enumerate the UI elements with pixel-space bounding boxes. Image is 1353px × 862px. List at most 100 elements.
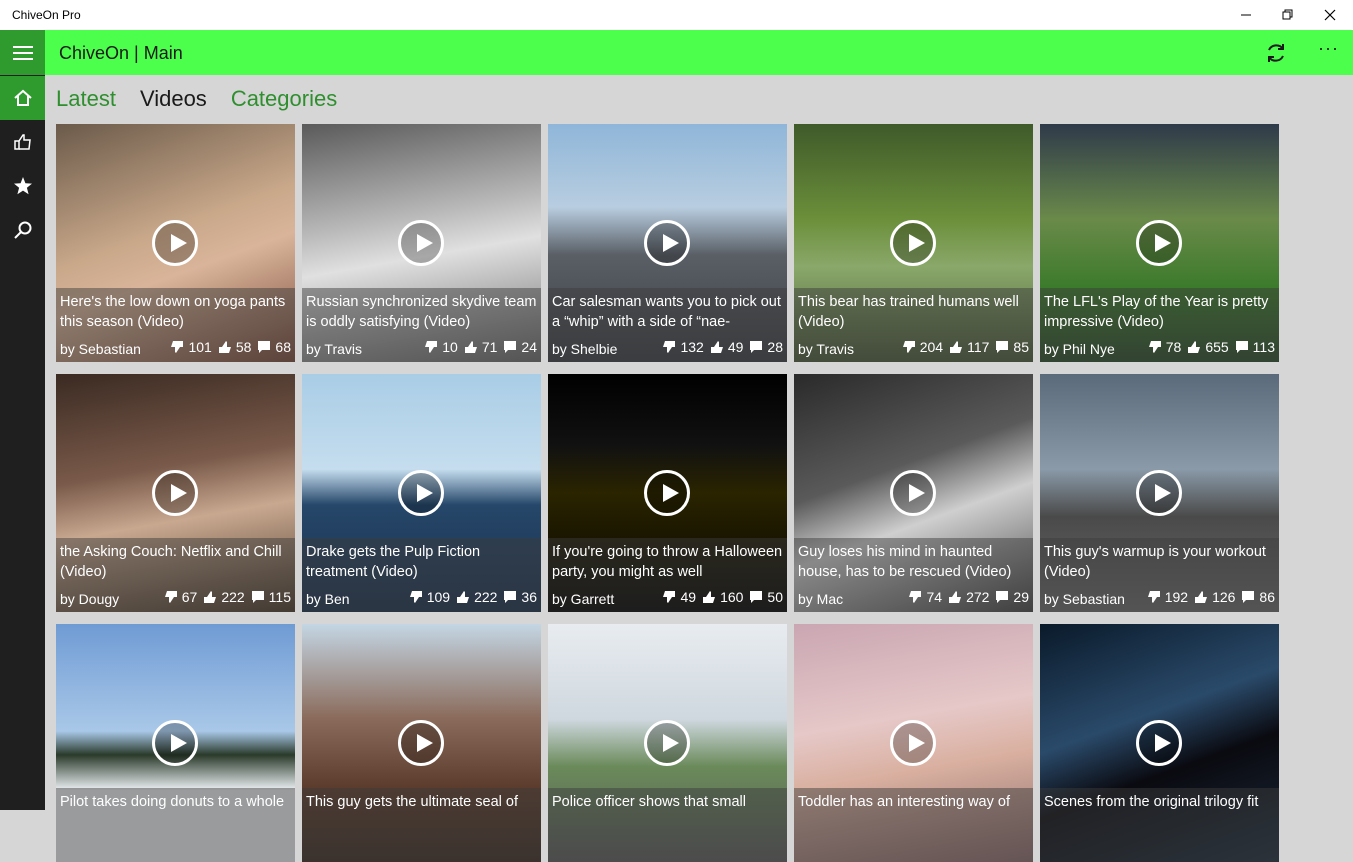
comment-count: 68	[275, 339, 291, 355]
thumbs-up-icon	[710, 341, 723, 353]
ellipsis-icon: ···	[1318, 38, 1339, 58]
thumbs-up-icon	[457, 591, 470, 603]
video-title: Here's the low down on yoga pants this s…	[60, 294, 286, 330]
nav-search[interactable]	[0, 208, 45, 252]
like-count: 222	[474, 589, 498, 605]
play-icon[interactable]	[890, 470, 936, 516]
refresh-button[interactable]	[1263, 40, 1289, 66]
play-icon[interactable]	[1136, 470, 1182, 516]
video-caption: This guy gets the ultimate seal of	[302, 788, 541, 862]
sidebar	[0, 75, 45, 810]
video-tile[interactable]: Toddler has an interesting way of	[794, 624, 1033, 862]
comment-icon	[251, 591, 264, 603]
dislike-count: 132	[680, 339, 704, 355]
video-title: Police officer shows that small	[552, 794, 746, 810]
restore-icon	[1282, 9, 1293, 20]
dislike-count: 192	[1164, 589, 1189, 605]
nav-favorites[interactable]	[0, 164, 45, 208]
video-stats: 78 655 113	[1142, 339, 1275, 355]
video-caption: Scenes from the original trilogy fit	[1040, 788, 1279, 862]
like-count: 58	[235, 339, 252, 355]
video-author: by Mac	[798, 591, 844, 607]
play-icon[interactable]	[644, 720, 690, 766]
play-icon[interactable]	[398, 470, 444, 516]
video-title: The LFL's Play of the Year is pretty imp…	[1044, 294, 1269, 330]
video-tile[interactable]: Russian synchronized skydive team is odd…	[302, 124, 541, 362]
like-count: 272	[966, 589, 990, 605]
page-title: ChiveOn | Main	[59, 43, 183, 63]
minimize-button[interactable]	[1223, 0, 1269, 30]
play-icon[interactable]	[644, 470, 690, 516]
tab-categories[interactable]: Categories	[231, 86, 337, 116]
window-titlebar: ChiveOn Pro	[0, 0, 1353, 30]
play-icon[interactable]	[1136, 220, 1182, 266]
video-title: the Asking Couch: Netflix and Chill (Vid…	[60, 544, 282, 580]
video-stats: 204 117 85	[896, 339, 1029, 355]
video-title: Car salesman wants you to pick out a “wh…	[552, 294, 781, 330]
tab-latest[interactable]: Latest	[56, 86, 116, 116]
video-tile[interactable]: If you're going to throw a Halloween par…	[548, 374, 787, 612]
play-icon[interactable]	[398, 720, 444, 766]
video-title: Scenes from the original trilogy fit	[1044, 794, 1259, 810]
thumbs-up-icon	[204, 591, 217, 603]
dislike-count: 74	[926, 589, 943, 605]
comment-count: 86	[1259, 589, 1275, 605]
video-tile[interactable]: Here's the low down on yoga pants this s…	[56, 124, 295, 362]
thumbs-up-icon	[1195, 591, 1208, 603]
comment-icon	[996, 341, 1009, 353]
video-caption: Guy loses his mind in haunted house, has…	[794, 538, 1033, 612]
more-options-button[interactable]: ···	[1318, 38, 1339, 59]
nav-home[interactable]	[0, 76, 45, 120]
minimize-icon	[1241, 14, 1251, 16]
comment-count: 29	[1013, 589, 1029, 605]
play-icon[interactable]	[890, 220, 936, 266]
thumbs-up-icon	[218, 341, 231, 353]
video-tile[interactable]: The LFL's Play of the Year is pretty imp…	[1040, 124, 1279, 362]
thumbs-up-icon	[464, 341, 477, 353]
app-bar: ChiveOn | Main ···	[0, 30, 1353, 75]
play-icon[interactable]	[644, 220, 690, 266]
hamburger-menu-button[interactable]	[0, 30, 45, 75]
video-tile[interactable]: Pilot takes doing donuts to a whole	[56, 624, 295, 862]
nav-liked[interactable]	[0, 120, 45, 164]
play-icon[interactable]	[890, 720, 936, 766]
comment-icon	[504, 591, 517, 603]
comment-icon	[504, 341, 517, 353]
dislike-count: 10	[442, 339, 458, 355]
play-icon[interactable]	[398, 220, 444, 266]
restore-button[interactable]	[1265, 0, 1311, 30]
like-count: 71	[481, 339, 498, 355]
close-icon	[1324, 9, 1336, 21]
thumbs-up-icon	[703, 591, 716, 603]
play-icon[interactable]	[152, 220, 198, 266]
thumbs-up-icon	[949, 591, 962, 603]
play-icon[interactable]	[1136, 720, 1182, 766]
video-author: by Sebastian	[60, 341, 141, 357]
video-tile[interactable]: This guy gets the ultimate seal of	[302, 624, 541, 862]
video-tile[interactable]: Guy loses his mind in haunted house, has…	[794, 374, 1033, 612]
like-count: 222	[221, 589, 245, 605]
video-tile[interactable]: Police officer shows that small	[548, 624, 787, 862]
video-tile[interactable]: This bear has trained humans well (Video…	[794, 124, 1033, 362]
play-icon[interactable]	[152, 720, 198, 766]
video-tile[interactable]: Car salesman wants you to pick out a “wh…	[548, 124, 787, 362]
video-caption: Russian synchronized skydive team is odd…	[302, 288, 541, 362]
video-caption: Drake gets the Pulp Fiction treatment (V…	[302, 538, 541, 612]
video-caption: Here's the low down on yoga pants this s…	[56, 288, 295, 362]
video-tile[interactable]: Scenes from the original trilogy fit	[1040, 624, 1279, 862]
video-author: by Garrett	[552, 591, 615, 607]
like-count: 160	[720, 589, 744, 605]
play-icon[interactable]	[152, 470, 198, 516]
video-title: Toddler has an interesting way of	[798, 794, 1010, 810]
comment-icon	[1235, 341, 1248, 353]
video-caption: Police officer shows that small	[548, 788, 787, 862]
video-stats: 10 71 24	[418, 339, 537, 355]
tab-videos[interactable]: Videos	[140, 86, 207, 116]
dislike-count: 78	[1165, 339, 1182, 355]
thumbs-up-icon	[13, 134, 31, 150]
tab-bar: Latest Videos Categories	[56, 86, 337, 116]
close-button[interactable]	[1307, 0, 1353, 30]
video-tile[interactable]: Drake gets the Pulp Fiction treatment (V…	[302, 374, 541, 612]
video-tile[interactable]: This guy's warmup is your workout (Video…	[1040, 374, 1279, 612]
video-tile[interactable]: the Asking Couch: Netflix and Chill (Vid…	[56, 374, 295, 612]
